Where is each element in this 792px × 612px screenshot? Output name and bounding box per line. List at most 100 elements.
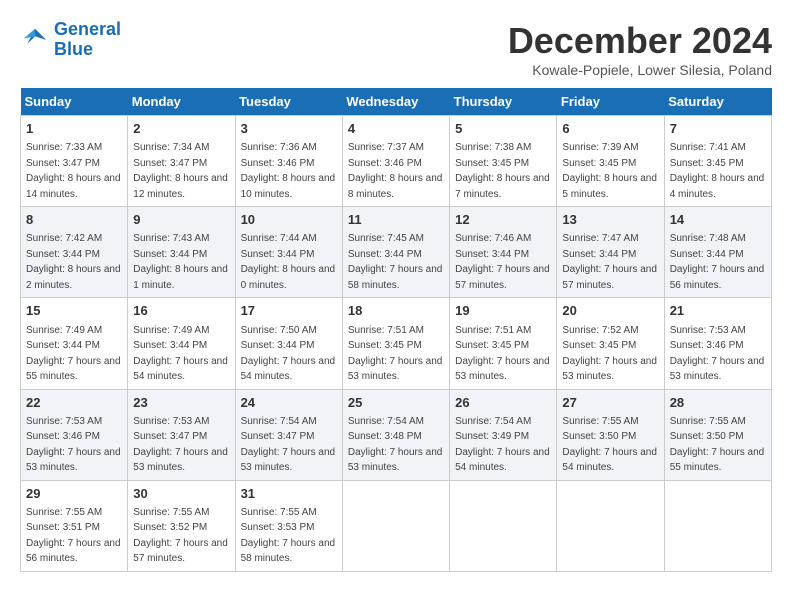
day-info: Sunrise: 7:47 AMSunset: 3:44 PMDaylight:… [562, 233, 657, 291]
calendar-cell: 29 Sunrise: 7:55 AMSunset: 3:51 PMDaylig… [21, 480, 128, 571]
logo-icon [20, 25, 50, 55]
calendar-cell [664, 480, 771, 571]
calendar-cell: 18 Sunrise: 7:51 AMSunset: 3:45 PMDaylig… [342, 298, 449, 389]
col-wednesday: Wednesday [342, 88, 449, 116]
calendar-week-row: 29 Sunrise: 7:55 AMSunset: 3:51 PMDaylig… [21, 480, 772, 571]
logo: General Blue [20, 20, 121, 60]
calendar-cell: 23 Sunrise: 7:53 AMSunset: 3:47 PMDaylig… [128, 389, 235, 480]
calendar-cell: 10 Sunrise: 7:44 AMSunset: 3:44 PMDaylig… [235, 207, 342, 298]
day-info: Sunrise: 7:37 AMSunset: 3:46 PMDaylight:… [348, 142, 443, 200]
day-number: 27 [562, 394, 658, 412]
day-info: Sunrise: 7:55 AMSunset: 3:50 PMDaylight:… [670, 416, 765, 474]
calendar-cell: 30 Sunrise: 7:55 AMSunset: 3:52 PMDaylig… [128, 480, 235, 571]
calendar-cell: 25 Sunrise: 7:54 AMSunset: 3:48 PMDaylig… [342, 389, 449, 480]
day-info: Sunrise: 7:45 AMSunset: 3:44 PMDaylight:… [348, 233, 443, 291]
day-number: 15 [26, 302, 122, 320]
calendar-cell: 19 Sunrise: 7:51 AMSunset: 3:45 PMDaylig… [450, 298, 557, 389]
day-number: 25 [348, 394, 444, 412]
calendar-cell: 11 Sunrise: 7:45 AMSunset: 3:44 PMDaylig… [342, 207, 449, 298]
calendar-cell: 12 Sunrise: 7:46 AMSunset: 3:44 PMDaylig… [450, 207, 557, 298]
day-info: Sunrise: 7:55 AMSunset: 3:50 PMDaylight:… [562, 416, 657, 474]
day-info: Sunrise: 7:43 AMSunset: 3:44 PMDaylight:… [133, 233, 228, 291]
day-info: Sunrise: 7:54 AMSunset: 3:48 PMDaylight:… [348, 416, 443, 474]
day-info: Sunrise: 7:41 AMSunset: 3:45 PMDaylight:… [670, 142, 765, 200]
day-number: 21 [670, 302, 766, 320]
day-info: Sunrise: 7:38 AMSunset: 3:45 PMDaylight:… [455, 142, 550, 200]
title-block: December 2024 Kowale-Popiele, Lower Sile… [508, 20, 772, 78]
logo-line1: General [54, 19, 121, 39]
day-info: Sunrise: 7:51 AMSunset: 3:45 PMDaylight:… [455, 325, 550, 383]
day-number: 4 [348, 120, 444, 138]
calendar-cell: 9 Sunrise: 7:43 AMSunset: 3:44 PMDayligh… [128, 207, 235, 298]
calendar-cell: 4 Sunrise: 7:37 AMSunset: 3:46 PMDayligh… [342, 116, 449, 207]
calendar-cell: 17 Sunrise: 7:50 AMSunset: 3:44 PMDaylig… [235, 298, 342, 389]
day-info: Sunrise: 7:49 AMSunset: 3:44 PMDaylight:… [133, 325, 228, 383]
day-number: 30 [133, 485, 229, 503]
col-thursday: Thursday [450, 88, 557, 116]
day-info: Sunrise: 7:34 AMSunset: 3:47 PMDaylight:… [133, 142, 228, 200]
day-info: Sunrise: 7:51 AMSunset: 3:45 PMDaylight:… [348, 325, 443, 383]
calendar-header-row: Sunday Monday Tuesday Wednesday Thursday… [21, 88, 772, 116]
day-info: Sunrise: 7:54 AMSunset: 3:47 PMDaylight:… [241, 416, 336, 474]
day-number: 17 [241, 302, 337, 320]
col-saturday: Saturday [664, 88, 771, 116]
day-info: Sunrise: 7:52 AMSunset: 3:45 PMDaylight:… [562, 325, 657, 383]
logo-line2: Blue [54, 39, 93, 59]
day-number: 13 [562, 211, 658, 229]
day-info: Sunrise: 7:53 AMSunset: 3:47 PMDaylight:… [133, 416, 228, 474]
day-info: Sunrise: 7:50 AMSunset: 3:44 PMDaylight:… [241, 325, 336, 383]
day-number: 10 [241, 211, 337, 229]
day-info: Sunrise: 7:36 AMSunset: 3:46 PMDaylight:… [241, 142, 336, 200]
day-number: 28 [670, 394, 766, 412]
calendar-week-row: 15 Sunrise: 7:49 AMSunset: 3:44 PMDaylig… [21, 298, 772, 389]
day-number: 1 [26, 120, 122, 138]
calendar-cell [450, 480, 557, 571]
calendar-cell: 2 Sunrise: 7:34 AMSunset: 3:47 PMDayligh… [128, 116, 235, 207]
calendar-cell: 14 Sunrise: 7:48 AMSunset: 3:44 PMDaylig… [664, 207, 771, 298]
day-number: 24 [241, 394, 337, 412]
calendar-cell: 26 Sunrise: 7:54 AMSunset: 3:49 PMDaylig… [450, 389, 557, 480]
col-friday: Friday [557, 88, 664, 116]
day-info: Sunrise: 7:39 AMSunset: 3:45 PMDaylight:… [562, 142, 657, 200]
calendar-cell: 16 Sunrise: 7:49 AMSunset: 3:44 PMDaylig… [128, 298, 235, 389]
calendar-cell: 27 Sunrise: 7:55 AMSunset: 3:50 PMDaylig… [557, 389, 664, 480]
calendar-cell: 1 Sunrise: 7:33 AMSunset: 3:47 PMDayligh… [21, 116, 128, 207]
day-number: 14 [670, 211, 766, 229]
day-number: 23 [133, 394, 229, 412]
calendar-cell: 21 Sunrise: 7:53 AMSunset: 3:46 PMDaylig… [664, 298, 771, 389]
calendar-cell [557, 480, 664, 571]
calendar-cell: 31 Sunrise: 7:55 AMSunset: 3:53 PMDaylig… [235, 480, 342, 571]
day-number: 6 [562, 120, 658, 138]
day-number: 5 [455, 120, 551, 138]
page-header: General Blue December 2024 Kowale-Popiel… [20, 20, 772, 78]
day-number: 2 [133, 120, 229, 138]
calendar-cell: 22 Sunrise: 7:53 AMSunset: 3:46 PMDaylig… [21, 389, 128, 480]
day-number: 3 [241, 120, 337, 138]
day-info: Sunrise: 7:49 AMSunset: 3:44 PMDaylight:… [26, 325, 121, 383]
day-info: Sunrise: 7:54 AMSunset: 3:49 PMDaylight:… [455, 416, 550, 474]
calendar-cell: 7 Sunrise: 7:41 AMSunset: 3:45 PMDayligh… [664, 116, 771, 207]
col-monday: Monday [128, 88, 235, 116]
day-number: 20 [562, 302, 658, 320]
day-number: 26 [455, 394, 551, 412]
day-number: 18 [348, 302, 444, 320]
calendar-cell: 13 Sunrise: 7:47 AMSunset: 3:44 PMDaylig… [557, 207, 664, 298]
day-number: 9 [133, 211, 229, 229]
month-title: December 2024 [508, 20, 772, 62]
day-number: 22 [26, 394, 122, 412]
day-info: Sunrise: 7:42 AMSunset: 3:44 PMDaylight:… [26, 233, 121, 291]
day-number: 29 [26, 485, 122, 503]
day-info: Sunrise: 7:55 AMSunset: 3:51 PMDaylight:… [26, 507, 121, 565]
day-info: Sunrise: 7:53 AMSunset: 3:46 PMDaylight:… [26, 416, 121, 474]
day-number: 31 [241, 485, 337, 503]
calendar-cell: 5 Sunrise: 7:38 AMSunset: 3:45 PMDayligh… [450, 116, 557, 207]
day-number: 12 [455, 211, 551, 229]
day-number: 19 [455, 302, 551, 320]
day-info: Sunrise: 7:48 AMSunset: 3:44 PMDaylight:… [670, 233, 765, 291]
calendar-cell: 8 Sunrise: 7:42 AMSunset: 3:44 PMDayligh… [21, 207, 128, 298]
calendar-cell: 20 Sunrise: 7:52 AMSunset: 3:45 PMDaylig… [557, 298, 664, 389]
day-info: Sunrise: 7:53 AMSunset: 3:46 PMDaylight:… [670, 325, 765, 383]
calendar-week-row: 8 Sunrise: 7:42 AMSunset: 3:44 PMDayligh… [21, 207, 772, 298]
logo-text: General Blue [54, 20, 121, 60]
calendar-cell: 15 Sunrise: 7:49 AMSunset: 3:44 PMDaylig… [21, 298, 128, 389]
